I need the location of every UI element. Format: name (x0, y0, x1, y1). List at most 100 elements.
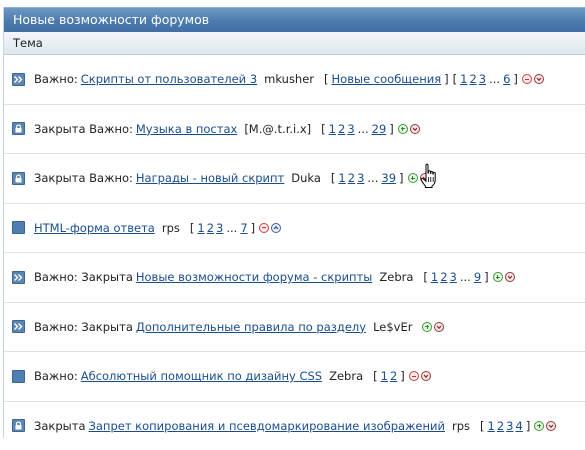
topic-pages (420, 320, 444, 334)
page-link[interactable]: 3 (216, 221, 223, 235)
page-link[interactable]: 2 (469, 72, 476, 86)
page-link[interactable]: 1 (460, 72, 467, 86)
bracket-close: ] (484, 270, 489, 284)
topic-author: rps (162, 221, 180, 235)
topic-author: Duka (291, 171, 321, 185)
page-ellipsis: ... (358, 122, 369, 136)
topic-pages: [12] (371, 369, 431, 383)
topic-pages: [123...39] (329, 171, 430, 185)
page-link[interactable]: 1 (197, 221, 204, 235)
topic-prefix: Важно: (34, 72, 78, 86)
topic-pages: [123...9] (421, 270, 514, 284)
topic-prefix: Закрыта Важно: (34, 171, 133, 185)
minus-icon[interactable] (259, 223, 269, 233)
minus-icon[interactable] (409, 371, 419, 381)
page-link[interactable]: 3 (357, 171, 364, 185)
bracket-close: ] (444, 72, 449, 86)
sticky-arrow-icon (12, 271, 25, 284)
topic-title-link[interactable]: Награды - новый скрипт (136, 171, 284, 185)
square-icon (12, 221, 25, 234)
topic-title-link[interactable]: Запрет копирования и псевдомаркирование … (89, 419, 445, 433)
topic-pages: [1234] (478, 419, 556, 433)
hand-pointer-cursor-icon (420, 163, 440, 192)
topic-row: HTML-форма ответа rps [123...7] (4, 204, 585, 254)
page-ellipsis: ... (460, 270, 471, 284)
topic-author: Zebra (329, 369, 363, 383)
forum-title-bar: Новые возможности форумов (4, 7, 585, 32)
last-page-link[interactable]: 39 (381, 171, 396, 185)
page-link[interactable]: 1 (431, 270, 438, 284)
topic-author: mkusher (264, 72, 314, 86)
topic-author: Zebra (379, 270, 413, 284)
bracket-open: [ (373, 369, 378, 383)
column-header-topic: Тема (13, 36, 43, 50)
topic-prefix: Важно: Закрыта (34, 320, 133, 334)
last-page-link[interactable]: 9 (474, 270, 481, 284)
topic-title-link[interactable]: Дополнительные правила по разделу (136, 320, 366, 334)
bracket-close: ] (400, 369, 405, 383)
topic-row: Закрыта Важно:Музыка в постах [M.@.t.r.i.… (4, 105, 585, 155)
bracket-open: [ (331, 171, 336, 185)
plus-icon[interactable] (534, 421, 544, 431)
page-link[interactable]: 3 (450, 270, 457, 284)
topic-title-link[interactable]: Абсолютный помощник по дизайну CSS (81, 369, 322, 383)
bracket-open: [ (480, 419, 485, 433)
bracket-close: ] (526, 419, 531, 433)
chevron-down-icon[interactable] (546, 421, 556, 431)
bracket-open: [ (324, 72, 329, 86)
topic-pages: [123...7] (188, 221, 281, 235)
topic-author: Le$vEr (373, 320, 412, 334)
bracket-open: [ (321, 122, 326, 136)
last-page-link[interactable]: 29 (372, 122, 387, 136)
minus-icon[interactable] (522, 74, 532, 84)
bracket-open: [ (423, 270, 428, 284)
page-link[interactable]: 2 (348, 171, 355, 185)
topic-title-link[interactable]: Новые возможности форума - скрипты (136, 270, 372, 284)
topic-author: [M.@.t.r.i.x] (244, 122, 311, 136)
page-link[interactable]: 1 (338, 171, 345, 185)
plus-icon[interactable] (422, 322, 432, 332)
chevron-up-icon[interactable] (271, 223, 281, 233)
plus-icon[interactable] (493, 272, 503, 282)
topic-pages: [Новые сообщения][123...6] (322, 72, 544, 86)
topic-title-link[interactable]: Музыка в постах (136, 122, 237, 136)
topic-prefix: Закрыта Важно: (34, 122, 133, 136)
topic-row: Важно:Абсолютный помощник по дизайну CSS… (4, 352, 585, 402)
bracket-close: ] (399, 171, 404, 185)
page-link[interactable]: 2 (207, 221, 214, 235)
chevron-down-icon[interactable] (410, 124, 420, 134)
page-link[interactable]: 1 (381, 369, 388, 383)
topic-title-link[interactable]: Скрипты от пользователей 3 (81, 72, 257, 86)
chevron-down-icon[interactable] (421, 371, 431, 381)
page-link[interactable]: 3 (506, 419, 513, 433)
page-ellipsis: ... (226, 221, 237, 235)
topic-prefix: Закрыта (34, 419, 86, 433)
chevron-down-icon[interactable] (534, 74, 544, 84)
page-ellipsis: ... (367, 171, 378, 185)
plus-icon[interactable] (398, 124, 408, 134)
chevron-down-icon[interactable] (505, 272, 515, 282)
page-link[interactable]: 3 (479, 72, 486, 86)
page-link[interactable]: 2 (440, 270, 447, 284)
bracket-open: [ (190, 221, 195, 235)
plus-icon[interactable] (408, 173, 418, 183)
page-link[interactable]: 2 (390, 369, 397, 383)
topic-list: Важно:Скрипты от пользователей 3 mkusher [… (4, 55, 585, 450)
square-icon (12, 370, 25, 383)
new-posts-link[interactable]: Новые сообщения (332, 72, 442, 86)
page-link[interactable]: 1 (329, 122, 336, 136)
sticky-arrow-icon (12, 73, 25, 86)
page-link[interactable]: 1 (488, 419, 495, 433)
page-link[interactable]: 2 (338, 122, 345, 136)
page-link[interactable]: 3 (347, 122, 354, 136)
chevron-down-icon[interactable] (434, 322, 444, 332)
last-page-link[interactable]: 6 (503, 72, 510, 86)
last-page-link[interactable]: 7 (240, 221, 247, 235)
page-link[interactable]: 4 (516, 419, 523, 433)
topic-pages: [123...29] (319, 122, 420, 136)
topic-title-link[interactable]: HTML-форма ответа (34, 221, 155, 235)
topic-row: Важно: ЗакрытаНовые возможности форума -… (4, 253, 585, 303)
page-link[interactable]: 2 (497, 419, 504, 433)
bracket-close: ] (513, 72, 518, 86)
topic-row: Важно:Скрипты от пользователей 3 mkusher [… (4, 55, 585, 105)
